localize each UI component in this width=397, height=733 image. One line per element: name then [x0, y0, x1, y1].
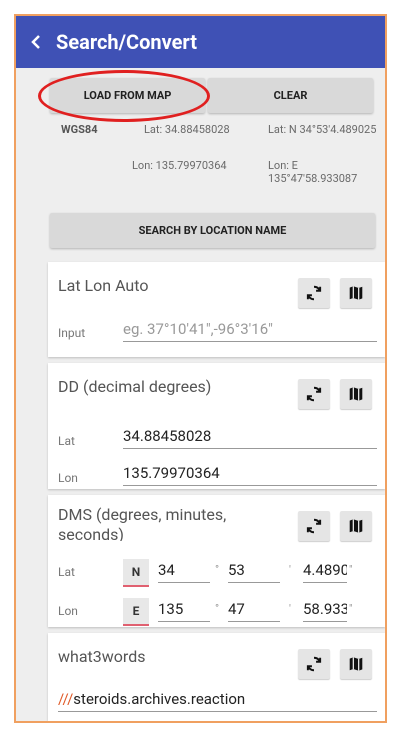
sync-icon: [306, 386, 322, 402]
lon-minutes-field[interactable]: 47: [228, 600, 280, 622]
latlon-input-field[interactable]: eg. 37°10'41",-96°3'16": [123, 320, 377, 342]
dd-lat-field[interactable]: 34.88458028: [123, 427, 377, 449]
lon-label: Lon: [58, 604, 78, 618]
app-bar: Search/Convert: [16, 16, 385, 68]
action-row: LOAD FROM MAP CLEAR: [16, 68, 385, 122]
card-title: what3words: [58, 647, 146, 666]
page-title: Search/Convert: [56, 30, 197, 54]
what3words-card: what3words ///steroids.archives.reaction: [48, 633, 385, 721]
card-title: DD (decimal degrees): [58, 377, 212, 396]
dd-card: DD (decimal degrees) Lat 34.88458028 Lon…: [48, 363, 385, 489]
degree-symbol: °: [215, 563, 220, 576]
card-title: DMS (degrees, minutes, seconds): [58, 505, 227, 541]
lat-label: Lat: [58, 565, 75, 579]
lon-degrees-field[interactable]: 135: [158, 600, 210, 622]
lon-seconds-field[interactable]: 58.9330: [303, 600, 347, 622]
show-on-map-button[interactable]: [340, 649, 372, 679]
clear-button[interactable]: CLEAR: [208, 78, 373, 113]
dd-lon-field[interactable]: 135.79970364: [123, 464, 377, 486]
sync-icon: [306, 518, 322, 534]
second-symbol: ": [349, 602, 353, 615]
lat-seconds-field[interactable]: 4.48902: [303, 561, 347, 583]
w3w-slashes: ///: [58, 690, 74, 708]
minute-symbol: ': [289, 563, 291, 576]
lat-label: Lat: [58, 434, 75, 448]
lon-label: Lon: [58, 471, 78, 485]
map-icon: [349, 286, 363, 300]
dms-card: DMS (degrees, minutes, seconds) Lat N 34…: [48, 495, 385, 627]
search-by-location-name-button[interactable]: SEARCH BY LOCATION NAME: [50, 213, 375, 248]
latlon-auto-card: Lat Lon Auto Input eg. 37°10'41",-96°3'1…: [48, 262, 385, 357]
what3words-field[interactable]: ///steroids.archives.reaction: [58, 690, 377, 712]
convert-button[interactable]: [298, 278, 330, 308]
phone-screen: Search/Convert LOAD FROM MAP CLEAR WGS84…: [16, 16, 385, 721]
lat-hemisphere-toggle[interactable]: N: [123, 559, 149, 587]
lat-minutes-field[interactable]: 53: [228, 561, 280, 583]
input-placeholder: eg. 37°10'41",-96°3'16": [123, 320, 273, 338]
datum-label: WGS84: [61, 123, 98, 136]
screenshot-frame: Search/Convert LOAD FROM MAP CLEAR WGS84…: [14, 14, 387, 723]
convert-button[interactable]: [298, 511, 330, 541]
show-on-map-button[interactable]: [340, 379, 372, 409]
load-from-map-button[interactable]: LOAD FROM MAP: [38, 70, 210, 122]
lat-degrees-field[interactable]: 34: [158, 561, 210, 583]
minute-symbol: ': [289, 602, 291, 615]
card-title: Lat Lon Auto: [58, 276, 149, 295]
map-icon: [349, 519, 363, 533]
map-icon: [349, 657, 363, 671]
sync-icon: [306, 656, 322, 672]
lon-dd-readout: Lon: 135.79970364: [132, 159, 227, 172]
load-from-map-label: LOAD FROM MAP: [83, 89, 172, 102]
show-on-map-button[interactable]: [340, 511, 372, 541]
lat-dms-readout: Lat: N 34°53'4.489025: [268, 123, 377, 136]
chevron-left-icon: [31, 35, 40, 49]
w3w-address: steroids.archives.reaction: [73, 690, 246, 708]
sync-icon: [306, 285, 322, 301]
map-icon: [349, 387, 363, 401]
second-symbol: ": [349, 563, 353, 576]
back-button[interactable]: [16, 16, 56, 68]
convert-button[interactable]: [298, 379, 330, 409]
show-on-map-button[interactable]: [340, 278, 372, 308]
current-coordinates: WGS84 Lat: 34.88458028 Lat: N 34°53'4.48…: [16, 113, 385, 213]
lat-dd-readout: Lat: 34.88458028: [144, 123, 230, 136]
input-label: Input: [58, 326, 86, 340]
convert-button[interactable]: [298, 649, 330, 679]
degree-symbol: °: [215, 602, 220, 615]
lon-hemisphere-toggle[interactable]: E: [123, 598, 149, 626]
lon-dms-readout: Lon: E 135°47'58.933087: [268, 159, 358, 185]
